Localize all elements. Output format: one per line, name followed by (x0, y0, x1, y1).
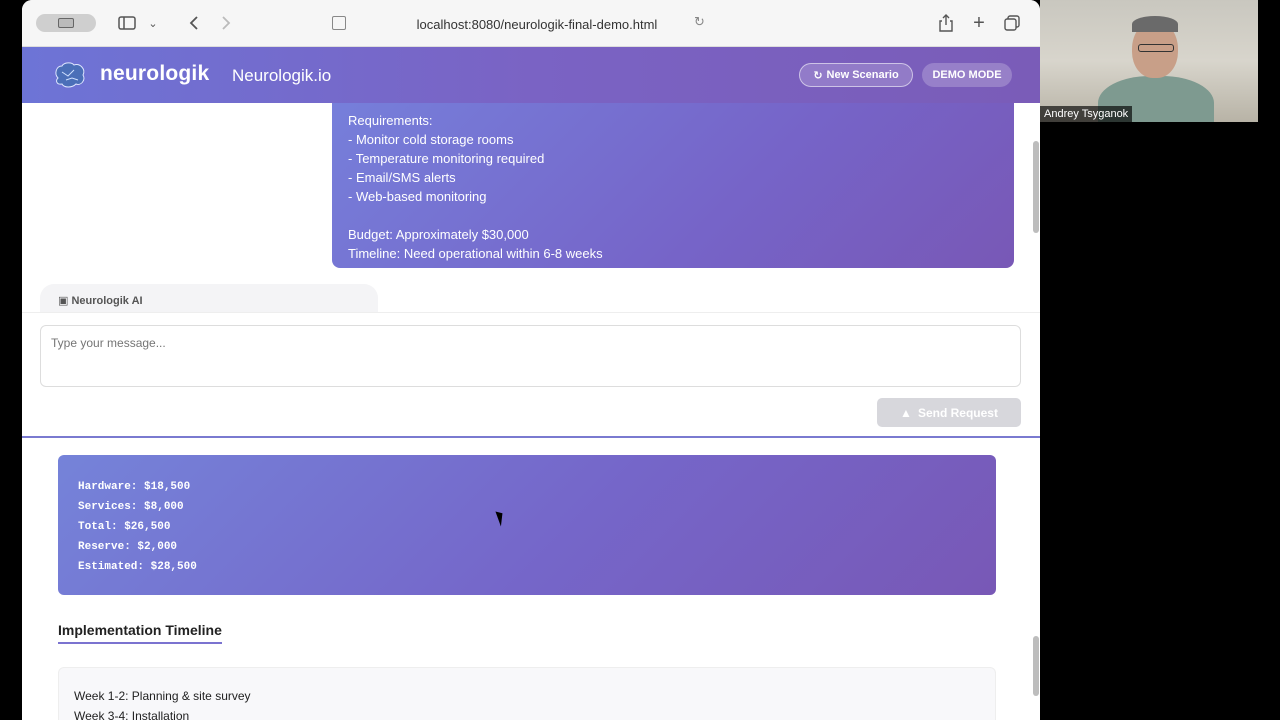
demo-mode-badge[interactable]: DEMO MODE (922, 63, 1012, 87)
composer: ▲ Send Request (22, 312, 1040, 438)
new-scenario-button[interactable]: ↻ New Scenario (799, 63, 913, 87)
participant-glasses (1138, 44, 1174, 52)
budget-line: Estimated: $28,500 (78, 561, 197, 573)
sidebar-toggle-icon[interactable] (116, 12, 138, 34)
brain-logo-icon (55, 62, 85, 88)
budget-line: Reserve: $2,000 (78, 541, 178, 553)
message-line (348, 206, 998, 225)
message-input[interactable] (40, 325, 1021, 387)
budget-line: Hardware: $18,500 (78, 481, 191, 493)
chat-history[interactable]: Requirements: - Monitor cold storage roo… (22, 103, 1040, 312)
participant-hair (1132, 16, 1178, 32)
app-header: neurologik Neurologik.io ↻ New Scenario … (22, 47, 1040, 103)
screen: ⌄ localhost:8080/neurologik-final-demo.h… (0, 0, 1280, 720)
message-line: Requirements: (348, 113, 433, 128)
timeline-item: Week 3-4: Installation (74, 709, 190, 720)
ai-name: Neurologik AI (71, 295, 143, 307)
browser-toolbar: ⌄ localhost:8080/neurologik-final-demo.h… (22, 0, 1040, 47)
message-line: Timeline: Need operational within 6-8 we… (348, 246, 603, 261)
timeline-heading: Implementation Timeline (58, 622, 222, 644)
message-line: - Temperature monitoring required (348, 151, 545, 166)
page-scrollbar[interactable] (1033, 636, 1039, 696)
send-request-button[interactable]: ▲ Send Request (877, 398, 1021, 427)
budget-line: Services: $8,000 (78, 501, 184, 513)
message-line: - Email/SMS alerts (348, 170, 456, 185)
forward-icon[interactable] (216, 12, 236, 34)
ai-message-header: ▣ Neurologik AI (40, 284, 378, 312)
brand-name: neurologik (100, 62, 210, 85)
tabs-icon[interactable] (1002, 12, 1022, 34)
message-line: - Monitor cold storage rooms (348, 132, 514, 147)
user-message-bubble: Requirements: - Monitor cold storage roo… (332, 103, 1014, 268)
message-line: Budget: Approximately $30,000 (348, 227, 529, 242)
participant-name: Andrey Tsyganok (1040, 106, 1133, 122)
back-icon[interactable] (184, 12, 204, 34)
budget-line: Total: $26,500 (78, 521, 171, 533)
page-menu-icon[interactable] (332, 16, 346, 30)
new-scenario-label: New Scenario (826, 69, 899, 81)
new-tab-icon[interactable]: + (969, 12, 989, 34)
result-panel[interactable]: Hardware: $18,500 Services: $8,000 Total… (22, 440, 1040, 720)
message-line: - Web-based monitoring (348, 189, 487, 204)
video-thumbnail: Andrey Tsyganok (1040, 0, 1258, 122)
robot-icon: ▣ (58, 295, 69, 307)
tab-icon (58, 18, 74, 28)
translate-reload-icon[interactable]: ↻ (694, 14, 705, 30)
tab-overview-button[interactable] (36, 14, 96, 32)
chevron-down-icon[interactable]: ⌄ (144, 12, 162, 34)
url-bar[interactable]: localhost:8080/neurologik-final-demo.htm… (352, 12, 722, 36)
site-name: Neurologik.io (232, 66, 332, 85)
refresh-icon: ↻ (813, 69, 823, 82)
budget-summary: Hardware: $18,500 Services: $8,000 Total… (58, 455, 996, 595)
send-icon: ▲ (900, 405, 912, 420)
send-label: Send Request (917, 405, 998, 420)
browser-window: ⌄ localhost:8080/neurologik-final-demo.h… (22, 0, 1040, 720)
share-icon[interactable] (936, 12, 956, 34)
timeline-list: Week 1-2: Planning & site survey Week 3-… (58, 667, 996, 720)
timeline-item: Week 1-2: Planning & site survey (74, 689, 251, 703)
chat-scrollbar[interactable] (1033, 141, 1039, 233)
